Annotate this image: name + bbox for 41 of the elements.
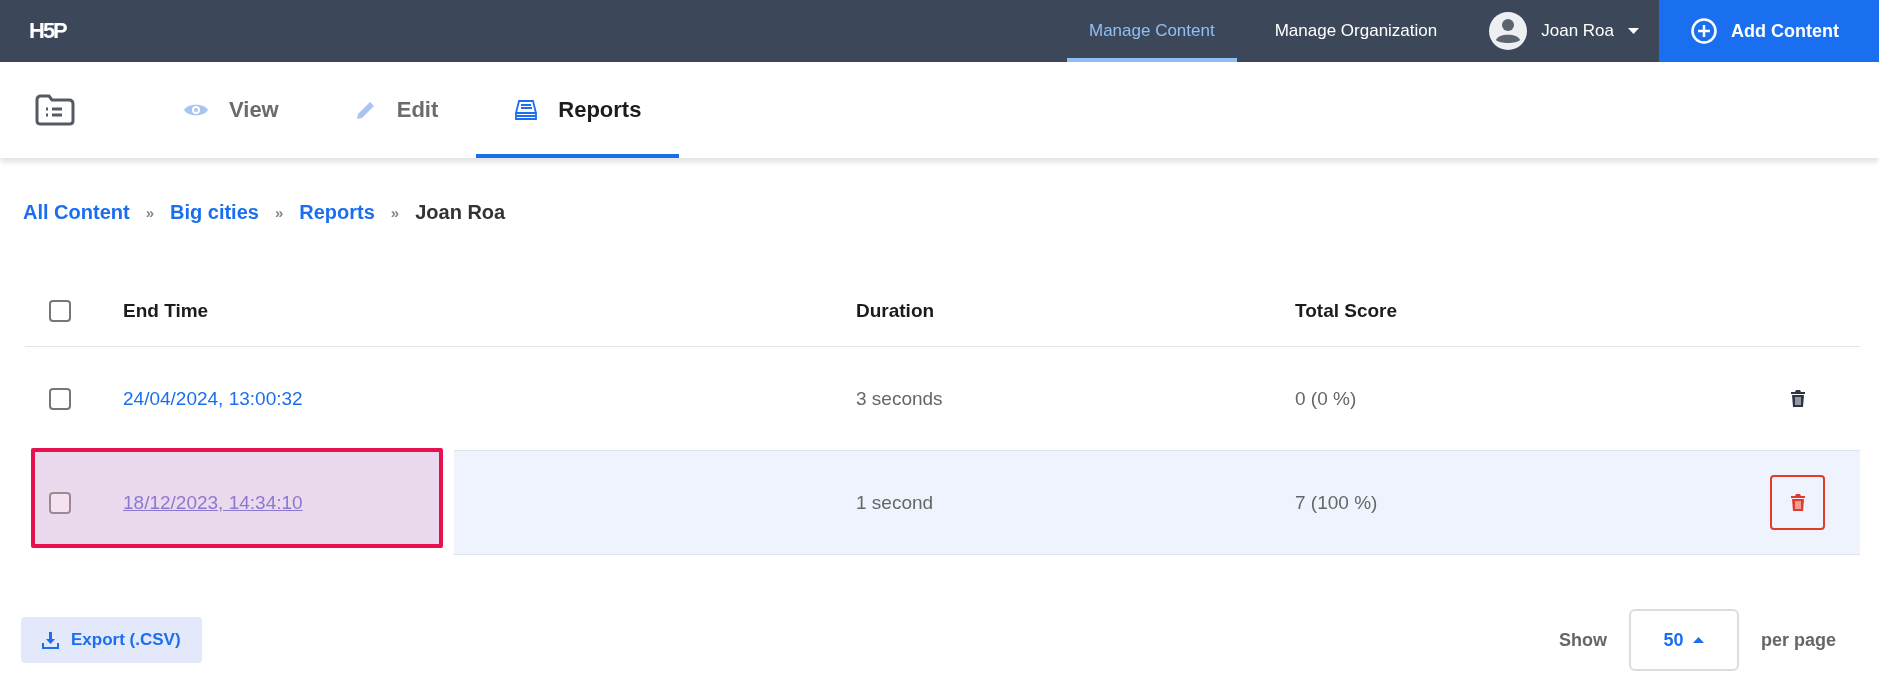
breadcrumb-link[interactable]: All Content (23, 201, 130, 224)
column-header: End Time (123, 300, 210, 322)
tab[interactable]: Edit (316, 62, 477, 158)
report-icon (514, 99, 539, 121)
duration-cell-text: 3 seconds (856, 387, 944, 410)
caret-icon (1693, 637, 1705, 643)
breadcrumb-separator: » (274, 204, 284, 221)
column-header: Total Score (1295, 300, 1399, 322)
duration-cell-text: 1 second (856, 491, 935, 514)
end-time-link[interactable]: 18/12/2023, 14:34:10 (123, 491, 303, 514)
export-button[interactable]: Export (.CSV) (21, 617, 202, 663)
avatar-icon[interactable] (1489, 12, 1528, 50)
tab[interactable]: View (145, 62, 317, 158)
score-cell-text: 0 (0 %) (1295, 387, 1358, 410)
breadcrumb-separator: » (145, 204, 154, 221)
user-name[interactable]: Joan Roa (1541, 21, 1614, 41)
row-checkbox[interactable] (49, 491, 71, 514)
trash-icon (1790, 494, 1805, 511)
score-cell-text: 7 (100 %) (1295, 491, 1379, 514)
add-content-button[interactable]: Add Content (1659, 0, 1879, 62)
per-page-label: per page (1760, 629, 1836, 651)
caret-icon[interactable] (1628, 28, 1639, 34)
show-label: Show (1558, 629, 1607, 651)
breadcrumb-current: Joan Roa (415, 201, 506, 224)
tab[interactable]: Reports (476, 62, 680, 158)
breadcrumb-separator: » (390, 204, 400, 221)
nav-link[interactable]: Manage Organization (1252, 0, 1460, 62)
pencil-icon (354, 99, 377, 121)
trash-icon (1790, 390, 1805, 407)
download-icon (42, 631, 59, 649)
row-checkbox[interactable] (49, 387, 71, 410)
breadcrumb-link[interactable]: Big cities (170, 201, 259, 224)
folder-icon[interactable] (35, 94, 75, 126)
breadcrumb-link[interactable]: Reports (299, 201, 375, 224)
end-time-link[interactable]: 24/04/2024, 13:00:32 (123, 387, 303, 410)
nav-link[interactable]: Manage Content (1067, 0, 1237, 62)
select-all-checkbox[interactable] (49, 300, 71, 322)
logo[interactable]: H5P (29, 18, 66, 44)
plus-icon (1691, 18, 1717, 44)
per-page-select[interactable]: 50 (1628, 609, 1739, 671)
column-header: Duration (856, 300, 936, 322)
